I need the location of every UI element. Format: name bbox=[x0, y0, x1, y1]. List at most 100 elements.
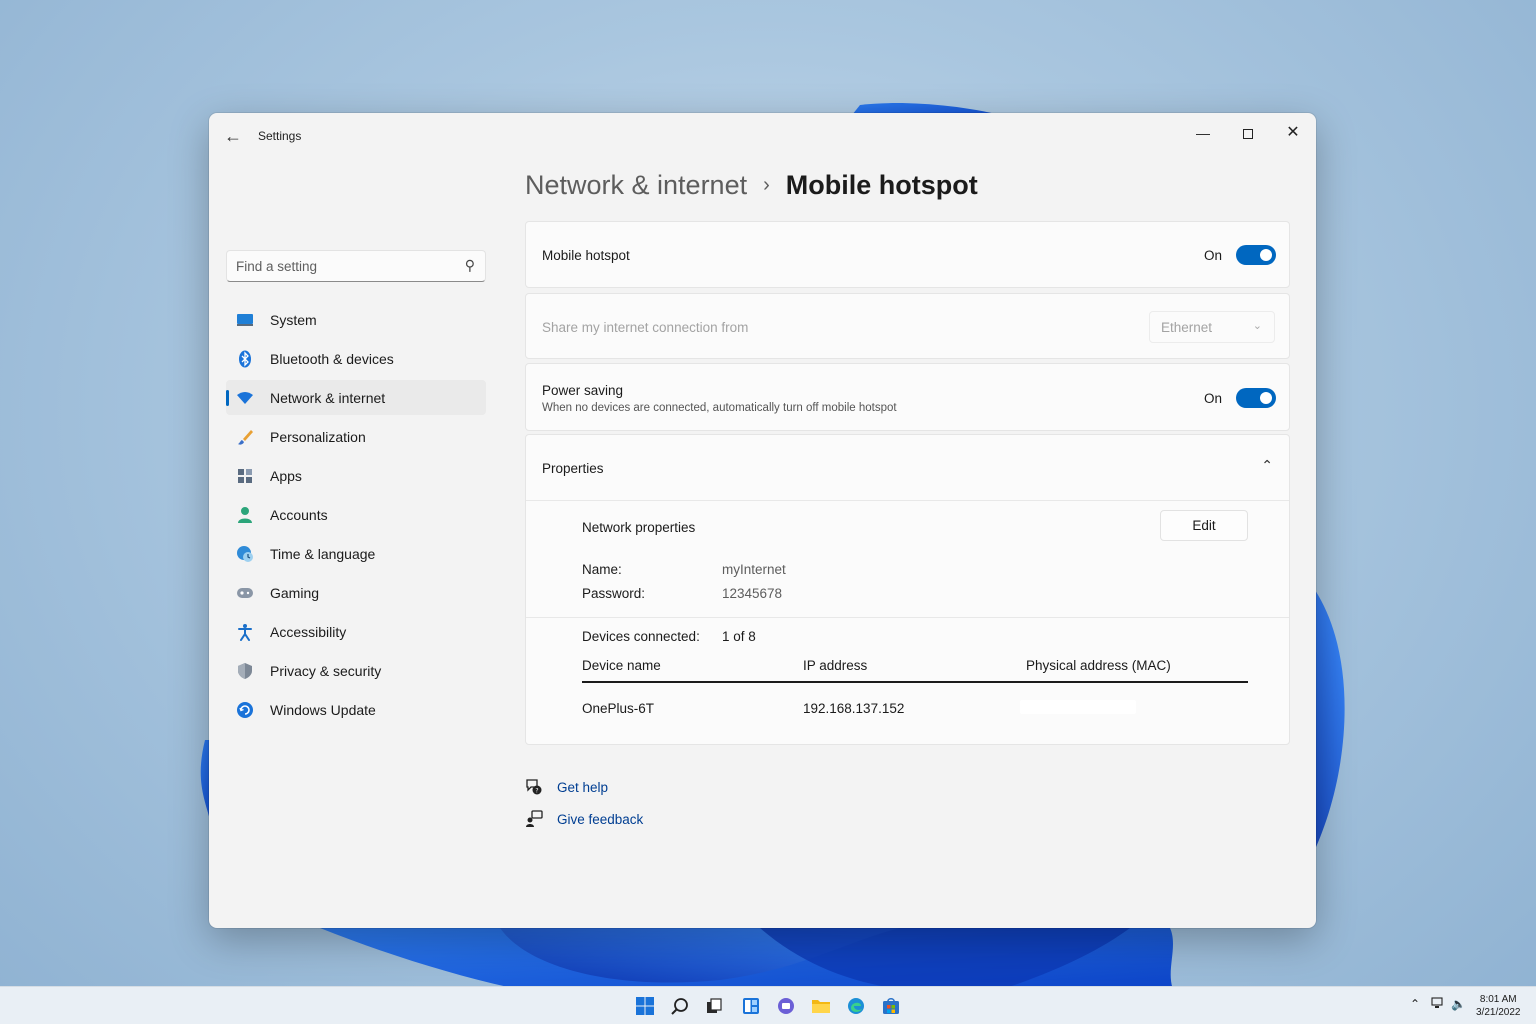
column-header-mac: Physical address (MAC) bbox=[1026, 658, 1171, 673]
back-arrow-icon[interactable]: ← bbox=[221, 125, 245, 149]
search-icon[interactable]: ⚲ bbox=[465, 257, 475, 274]
sidebar-item-label: Network & internet bbox=[270, 389, 386, 406]
clock[interactable]: 8:01 AM 3/21/2022 bbox=[1476, 993, 1521, 1019]
sidebar-item-label: Gaming bbox=[270, 584, 320, 601]
device-name-cell: OnePlus-6T bbox=[582, 701, 655, 716]
sidebar-item-label: System bbox=[270, 311, 317, 328]
sidebar-item-label: Accounts bbox=[270, 506, 328, 523]
sidebar-item-label: Windows Update bbox=[270, 701, 376, 718]
device-mac-redacted bbox=[1020, 700, 1136, 714]
column-header-ip-address: IP address bbox=[803, 658, 868, 673]
help-icon: ? bbox=[524, 777, 544, 797]
name-label: Name: bbox=[582, 562, 622, 577]
devices-connected-value: 1 of 8 bbox=[722, 629, 756, 644]
table-header-rule bbox=[582, 681, 1248, 683]
toggle-knob bbox=[1260, 392, 1272, 404]
give-feedback-link[interactable]: Give feedback bbox=[524, 809, 643, 829]
edge-browser-icon[interactable] bbox=[845, 995, 867, 1017]
sidebar-item-privacy[interactable]: Privacy & security bbox=[226, 653, 486, 688]
sidebar-item-accounts[interactable]: Accounts bbox=[226, 497, 486, 532]
chevron-down-icon: ⌄ bbox=[1252, 320, 1262, 332]
dropdown-value: Ethernet bbox=[1161, 320, 1213, 335]
maximize-button[interactable] bbox=[1226, 118, 1270, 148]
share-connection-dropdown[interactable]: Ethernet ⌄ bbox=[1149, 311, 1275, 343]
sidebar-item-system[interactable]: System bbox=[226, 302, 486, 337]
properties-label: Properties bbox=[542, 461, 604, 476]
volume-icon[interactable]: 🔈 bbox=[1451, 997, 1466, 1011]
power-saving-description: When no devices are connected, automatic… bbox=[542, 402, 897, 414]
settings-window: ← Settings — ✕ ⚲ System Bluetooth & devi… bbox=[209, 113, 1316, 928]
teams-chat-icon[interactable] bbox=[775, 995, 797, 1017]
power-saving-toggle-state: On bbox=[1204, 391, 1223, 406]
sidebar-item-time-language[interactable]: Time & language bbox=[226, 536, 486, 571]
column-header-device-name: Device name bbox=[582, 658, 661, 673]
properties-header[interactable]: Properties ⌃ bbox=[526, 435, 1289, 501]
widgets-icon[interactable] bbox=[740, 995, 762, 1017]
sidebar-item-label: Privacy & security bbox=[270, 662, 382, 679]
minimize-button[interactable]: — bbox=[1181, 118, 1225, 148]
brush-icon bbox=[235, 427, 255, 447]
share-connection-card: Share my internet connection from Ethern… bbox=[525, 293, 1290, 359]
close-button[interactable]: ✕ bbox=[1271, 118, 1315, 148]
breadcrumb-parent[interactable]: Network & internet bbox=[525, 170, 747, 200]
get-help-label: Get help bbox=[557, 779, 609, 795]
sidebar-item-network[interactable]: Network & internet bbox=[226, 380, 486, 415]
store-icon[interactable] bbox=[880, 995, 902, 1017]
sidebar-item-apps[interactable]: Apps bbox=[226, 458, 486, 493]
person-icon bbox=[235, 505, 255, 525]
update-icon bbox=[235, 700, 255, 720]
sidebar-item-label: Accessibility bbox=[270, 623, 347, 640]
give-feedback-label: Give feedback bbox=[557, 811, 644, 827]
page-title: Mobile hotspot bbox=[785, 170, 978, 200]
password-label: Password: bbox=[582, 586, 646, 601]
toggle-knob bbox=[1260, 249, 1272, 261]
clock-date: 3/21/2022 bbox=[1476, 1007, 1521, 1018]
task-view-icon[interactable] bbox=[703, 995, 725, 1017]
title-bar: ← Settings — ✕ bbox=[209, 113, 1316, 159]
power-saving-toggle[interactable] bbox=[1236, 388, 1276, 408]
maximize-icon bbox=[1243, 129, 1253, 140]
accessibility-icon bbox=[235, 622, 255, 642]
mobile-hotspot-label: Mobile hotspot bbox=[542, 248, 630, 263]
power-saving-label: Power saving bbox=[542, 383, 624, 398]
hotspot-toggle[interactable] bbox=[1236, 245, 1276, 265]
sidebar-item-label: Apps bbox=[270, 467, 302, 484]
search-box: ⚲ bbox=[226, 250, 486, 282]
search-taskbar-icon[interactable] bbox=[669, 995, 691, 1017]
sidebar-item-gaming[interactable]: Gaming bbox=[226, 575, 486, 610]
start-windows-icon[interactable] bbox=[634, 995, 656, 1017]
mobile-hotspot-card: Mobile hotspot On bbox=[525, 221, 1290, 288]
name-value: myInternet bbox=[722, 562, 786, 577]
sidebar-item-personalization[interactable]: Personalization bbox=[226, 419, 486, 454]
network-tray-icon[interactable] bbox=[1431, 997, 1445, 1013]
properties-card: Properties ⌃ Network properties Edit Nam… bbox=[525, 434, 1290, 745]
taskbar: ⌃ 🔈 8:01 AM 3/21/2022 bbox=[0, 986, 1536, 1024]
network-properties-label: Network properties bbox=[582, 520, 696, 535]
wifi-icon bbox=[235, 388, 255, 408]
sidebar-item-label: Personalization bbox=[270, 428, 366, 445]
file-explorer-icon[interactable] bbox=[810, 995, 832, 1017]
sidebar-item-bluetooth[interactable]: Bluetooth & devices bbox=[226, 341, 486, 376]
clock-time: 8:01 AM bbox=[1479, 994, 1517, 1005]
svg-text:?: ? bbox=[535, 788, 538, 795]
chevron-up-icon[interactable]: ⌃ bbox=[1261, 457, 1273, 474]
gamepad-icon bbox=[235, 583, 255, 603]
power-saving-card: Power saving When no devices are connect… bbox=[525, 363, 1290, 431]
system-icon bbox=[235, 310, 255, 330]
search-input[interactable] bbox=[227, 251, 457, 281]
share-connection-label: Share my internet connection from bbox=[542, 320, 749, 335]
device-ip-cell: 192.168.137.152 bbox=[803, 701, 905, 716]
edit-button[interactable]: Edit bbox=[1160, 510, 1248, 541]
sidebar-item-label: Time & language bbox=[270, 545, 376, 562]
sidebar-item-windows-update[interactable]: Windows Update bbox=[226, 692, 486, 727]
hotspot-toggle-state: On bbox=[1204, 248, 1223, 263]
app-title: Settings bbox=[258, 129, 302, 143]
get-help-link[interactable]: ? Get help bbox=[524, 777, 608, 797]
sidebar-nav: System Bluetooth & devices Network & int… bbox=[226, 302, 486, 731]
sidebar-item-accessibility[interactable]: Accessibility bbox=[226, 614, 486, 649]
password-value: 12345678 bbox=[722, 586, 783, 601]
chevron-up-icon[interactable]: ⌃ bbox=[1410, 997, 1420, 1011]
chevron-right-icon: › bbox=[763, 174, 770, 196]
devices-connected-label: Devices connected: bbox=[582, 629, 700, 644]
feedback-icon bbox=[524, 809, 544, 829]
